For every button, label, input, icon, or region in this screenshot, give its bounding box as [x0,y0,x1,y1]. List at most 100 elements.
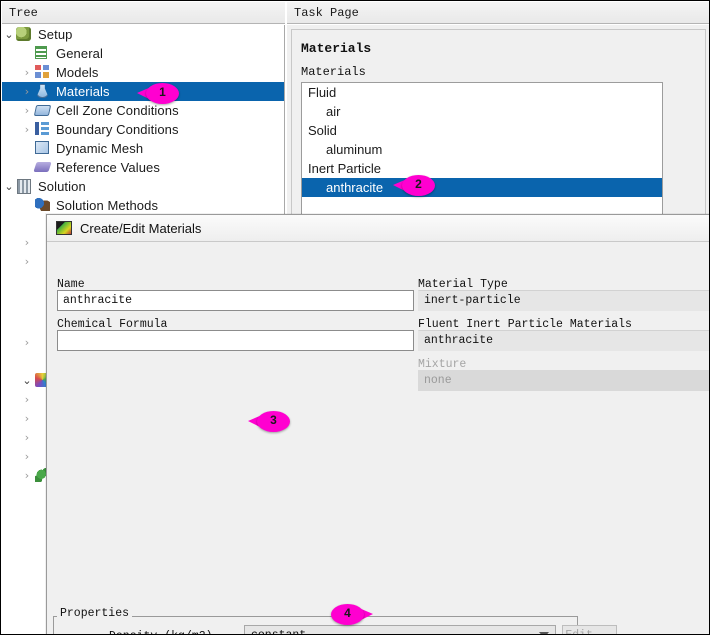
cell-zone-icon-glyph [33,105,52,116]
sidebar-item-label: Cell Zone Conditions [56,103,179,118]
marker-number: 1 [159,85,166,99]
marker-number: 3 [270,413,277,427]
materials-list-label: Materials [301,65,366,79]
dialog-titlebar: Create/Edit Materials [47,215,709,242]
create-edit-materials-dialog: Create/Edit Materials Name anthracite Ch… [46,214,709,635]
sidebar-item-label: Boundary Conditions [56,122,179,137]
sidebar-item-solution[interactable]: ⌄ Solution [2,177,284,196]
reference-values-icon [33,160,52,175]
models-icon [34,65,51,80]
materials-listbox[interactable]: Fluid air Solid aluminum Inert Particle anthr… [301,82,663,217]
chevron-down-icon[interactable]: ⌄ [2,28,16,41]
tree-list[interactable]: ⌄ Setup General › Models › Materials › Cell Zone… [2,25,284,215]
tree-item-occluded[interactable]: › [20,333,34,352]
marker-number: 2 [415,177,422,191]
annotation-marker-3: 3 [248,411,290,432]
application-window: Tree Task Page ⌄ Setup General › Models › Mate… [0,0,710,635]
dialog-title: Create/Edit Materials [80,220,202,236]
boundary-icon [34,122,51,137]
sidebar-item-label: Solution [38,179,86,194]
sidebar-item-solution-methods[interactable]: Solution Methods [2,196,284,215]
chevron-right-icon[interactable]: › [20,85,34,98]
density-method-dropdown[interactable]: constant [244,625,556,635]
material-type-value[interactable]: inert-particle [418,290,709,311]
list-item-label: Fluid [308,85,337,100]
materials-icon-glyph [36,84,49,98]
list-item[interactable]: air [302,102,662,121]
name-input[interactable]: anthracite [57,290,414,311]
tree-item-occluded[interactable]: › [20,390,34,409]
setup-icon-glyph [16,27,31,41]
properties-group-label: Properties [57,607,133,620]
density-method-value: constant [251,628,307,635]
tree-item-occluded[interactable]: › [20,447,34,466]
list-item-label: anthracite [326,180,384,195]
chevron-right-icon[interactable]: › [20,393,34,406]
general-icon [34,46,51,61]
chevron-right-icon[interactable]: › [20,255,34,268]
chevron-right-icon[interactable]: › [20,469,34,482]
solution-methods-icon-glyph [35,198,50,211]
sidebar-item-dynamic-mesh[interactable]: Dynamic Mesh [2,139,284,158]
chevron-right-icon[interactable]: › [20,123,34,136]
chevron-right-icon[interactable]: › [20,431,34,444]
sidebar-item-boundary-conditions[interactable]: › Boundary Conditions [2,120,284,139]
sidebar-item-label: Dynamic Mesh [56,141,144,156]
tree-header-label: Tree [9,5,38,20]
tree-item-occluded[interactable]: › [20,428,34,447]
setup-icon [16,27,33,42]
dynamic-mesh-icon-glyph [35,141,49,154]
chevron-right-icon[interactable]: › [20,450,34,463]
sidebar-item-label: Materials [56,84,110,99]
density-label: Density (kg/m3) [109,630,213,634]
tree-panel-header: Tree [2,2,285,24]
sidebar-item-models[interactable]: › Models [2,63,284,82]
sidebar-item-reference-values[interactable]: Reference Values [2,158,284,177]
list-item[interactable]: aluminum [302,140,662,159]
chevron-right-icon[interactable]: › [20,66,34,79]
boundary-icon-glyph [35,122,49,135]
fluent-materials-value[interactable]: anthracite [418,330,709,351]
solution-icon-glyph [17,179,31,194]
solution-methods-icon [34,198,51,213]
list-item-label: Inert Particle [308,161,381,176]
chemical-formula-input[interactable] [57,330,414,351]
sidebar-item-label: Setup [38,27,73,42]
chevron-right-icon[interactable]: › [20,336,34,349]
mixture-value: none [418,370,709,391]
tree-item-occluded[interactable]: › [20,252,34,271]
tree-item-occluded[interactable]: › [20,233,34,252]
chevron-right-icon[interactable]: › [20,104,34,117]
list-item[interactable]: Inert Particle [302,159,662,178]
cell-zone-icon [33,103,52,118]
sidebar-item-label: General [56,46,103,61]
sidebar-item-label: Solution Methods [56,198,159,213]
sidebar-item-general[interactable]: General [2,44,284,63]
density-edit-button: Edit... [562,625,617,634]
chevron-right-icon[interactable]: › [20,236,34,249]
list-item[interactable]: anthracite [302,178,662,197]
list-item-label: air [326,104,341,119]
tree-item-occluded[interactable]: › [20,409,34,428]
models-icon-glyph [35,65,49,78]
list-item[interactable]: Fluid [302,83,662,102]
material-editor-icon [56,221,72,235]
chevron-down-icon[interactable]: ⌄ [20,374,34,387]
marker-number: 4 [344,606,351,620]
chevron-down-icon[interactable]: ⌄ [2,180,16,193]
solution-icon [16,179,33,194]
dynamic-mesh-icon [34,141,51,156]
chevron-right-icon[interactable]: › [20,412,34,425]
sidebar-item-label: Models [56,65,99,80]
list-item-label: aluminum [326,142,383,157]
dialog-body: Name anthracite Chemical Formula Materia… [47,242,709,635]
task-page-header: Task Page [287,2,709,24]
sidebar-item-label: Reference Values [56,160,160,175]
list-item-label: Solid [308,123,337,138]
reference-values-icon-glyph [33,162,52,172]
annotation-marker-1: 1 [137,83,179,104]
sidebar-item-setup[interactable]: ⌄ Setup [2,25,284,44]
annotation-marker-4: 4 [331,604,373,625]
general-icon-glyph [35,46,47,59]
list-item[interactable]: Solid [302,121,662,140]
